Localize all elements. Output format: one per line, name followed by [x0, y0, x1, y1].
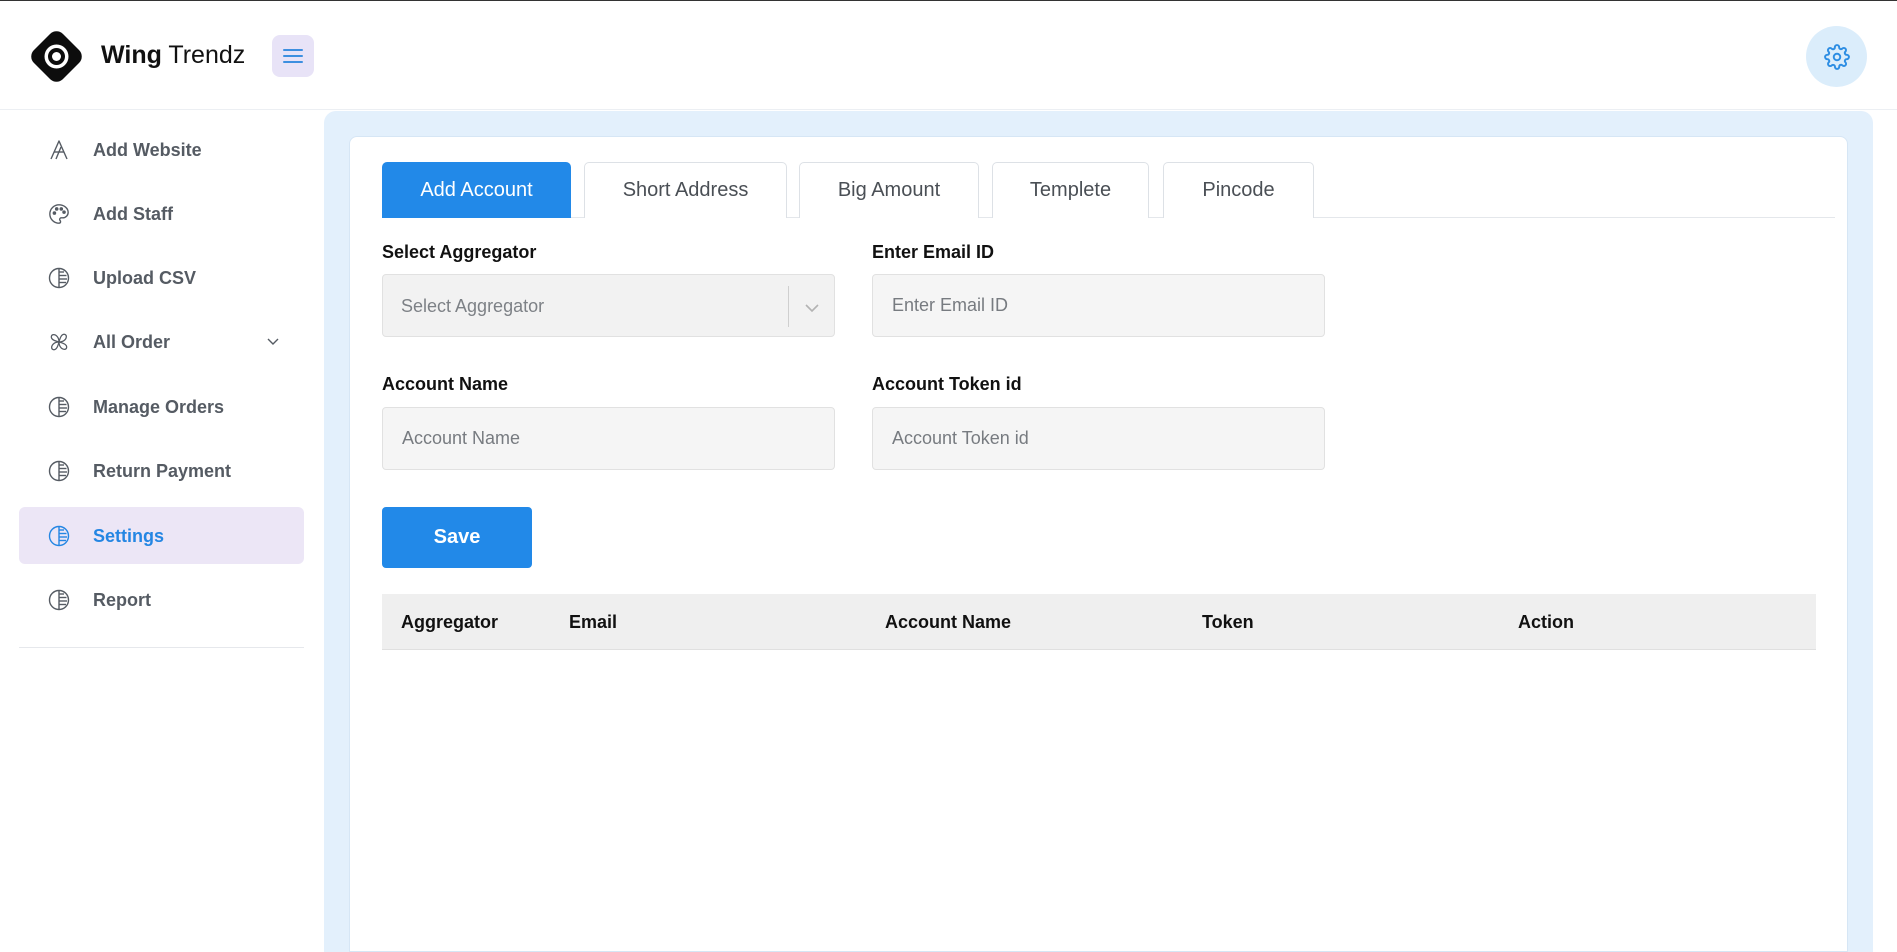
- circle-half-icon: [48, 525, 70, 547]
- select-separator: [788, 286, 789, 327]
- column-header-token: Token: [1202, 612, 1254, 632]
- tab-big-amount[interactable]: Big Amount: [799, 162, 979, 218]
- email-label: Enter Email ID: [872, 242, 995, 262]
- column-header-aggregator: Aggregator: [401, 612, 499, 632]
- accounts-table-header: Aggregator Email Account Name Token Acti…: [382, 594, 1816, 650]
- email-field[interactable]: [872, 274, 1325, 337]
- sidebar-item-manage-orders[interactable]: Manage Orders: [19, 378, 304, 435]
- sidebar-item-return-payment[interactable]: Return Payment: [19, 442, 304, 499]
- column-header-email: Email: [569, 612, 618, 632]
- font-icon: [48, 139, 70, 161]
- chevron-down-icon: [802, 297, 822, 317]
- save-button[interactable]: Save: [382, 507, 532, 568]
- sidebar-item-label: Report: [93, 590, 151, 610]
- aggregator-select[interactable]: Select Aggregator: [382, 274, 835, 337]
- sidebar-item-label: Upload CSV: [93, 268, 197, 288]
- account-name-label: Account Name: [382, 374, 509, 394]
- chevron-down-icon: [265, 333, 281, 349]
- palette-icon: [48, 203, 70, 225]
- brand-name-bold: Wing: [101, 41, 162, 69]
- settings-card: [349, 136, 1848, 952]
- sidebar-item-label: Add Staff: [93, 204, 173, 224]
- sidebar-divider: [19, 647, 304, 648]
- column-header-account-name: Account Name: [885, 612, 1012, 632]
- circle-half-icon: [48, 589, 70, 611]
- tab-templete[interactable]: Templete: [992, 162, 1149, 218]
- account-token-label: Account Token id: [872, 374, 1022, 394]
- sidebar-toggle-button[interactable]: [272, 35, 314, 77]
- gear-icon: [1823, 43, 1850, 70]
- sidebar-item-label: Return Payment: [93, 461, 232, 481]
- circle-half-icon: [48, 267, 70, 289]
- tab-add-account[interactable]: Add Account: [382, 162, 571, 218]
- sidebar-item-add-website[interactable]: Add Website: [19, 121, 304, 178]
- pinwheel-icon: [48, 331, 70, 353]
- sidebar-item-upload-csv[interactable]: Upload CSV: [19, 249, 304, 306]
- aggregator-select-placeholder: Select Aggregator: [401, 296, 545, 316]
- sidebar-item-settings[interactable]: Settings: [19, 507, 304, 564]
- tab-pincode[interactable]: Pincode: [1163, 162, 1314, 218]
- sidebar-item-all-order[interactable]: All Order: [19, 313, 304, 370]
- sidebar-item-label: Manage Orders: [93, 397, 225, 417]
- tab-short-address[interactable]: Short Address: [584, 162, 787, 218]
- settings-tabs: Add Account Short Address Big Amount Tem…: [382, 162, 1835, 218]
- brand-name-light: Trendz: [168, 41, 246, 69]
- hamburger-icon: [283, 49, 303, 63]
- sidebar-item-label: Settings: [93, 526, 165, 546]
- circle-half-icon: [48, 396, 70, 418]
- settings-gear-button[interactable]: [1806, 26, 1867, 87]
- aggregator-label: Select Aggregator: [382, 242, 537, 262]
- column-header-action: Action: [1518, 612, 1574, 632]
- brand-name: Wing Trendz: [101, 41, 245, 70]
- sidebar-item-report[interactable]: Report: [19, 571, 304, 628]
- sidebar-item-label: Add Website: [93, 140, 202, 160]
- sidebar-item-label: All Order: [93, 332, 171, 352]
- account-token-field[interactable]: [872, 407, 1325, 470]
- sidebar-item-add-staff[interactable]: Add Staff: [19, 185, 304, 242]
- account-name-field[interactable]: [382, 407, 835, 470]
- top-header: Wing Trendz: [0, 1, 1897, 110]
- circle-half-icon: [48, 460, 70, 482]
- brand-logo-icon: [28, 28, 85, 85]
